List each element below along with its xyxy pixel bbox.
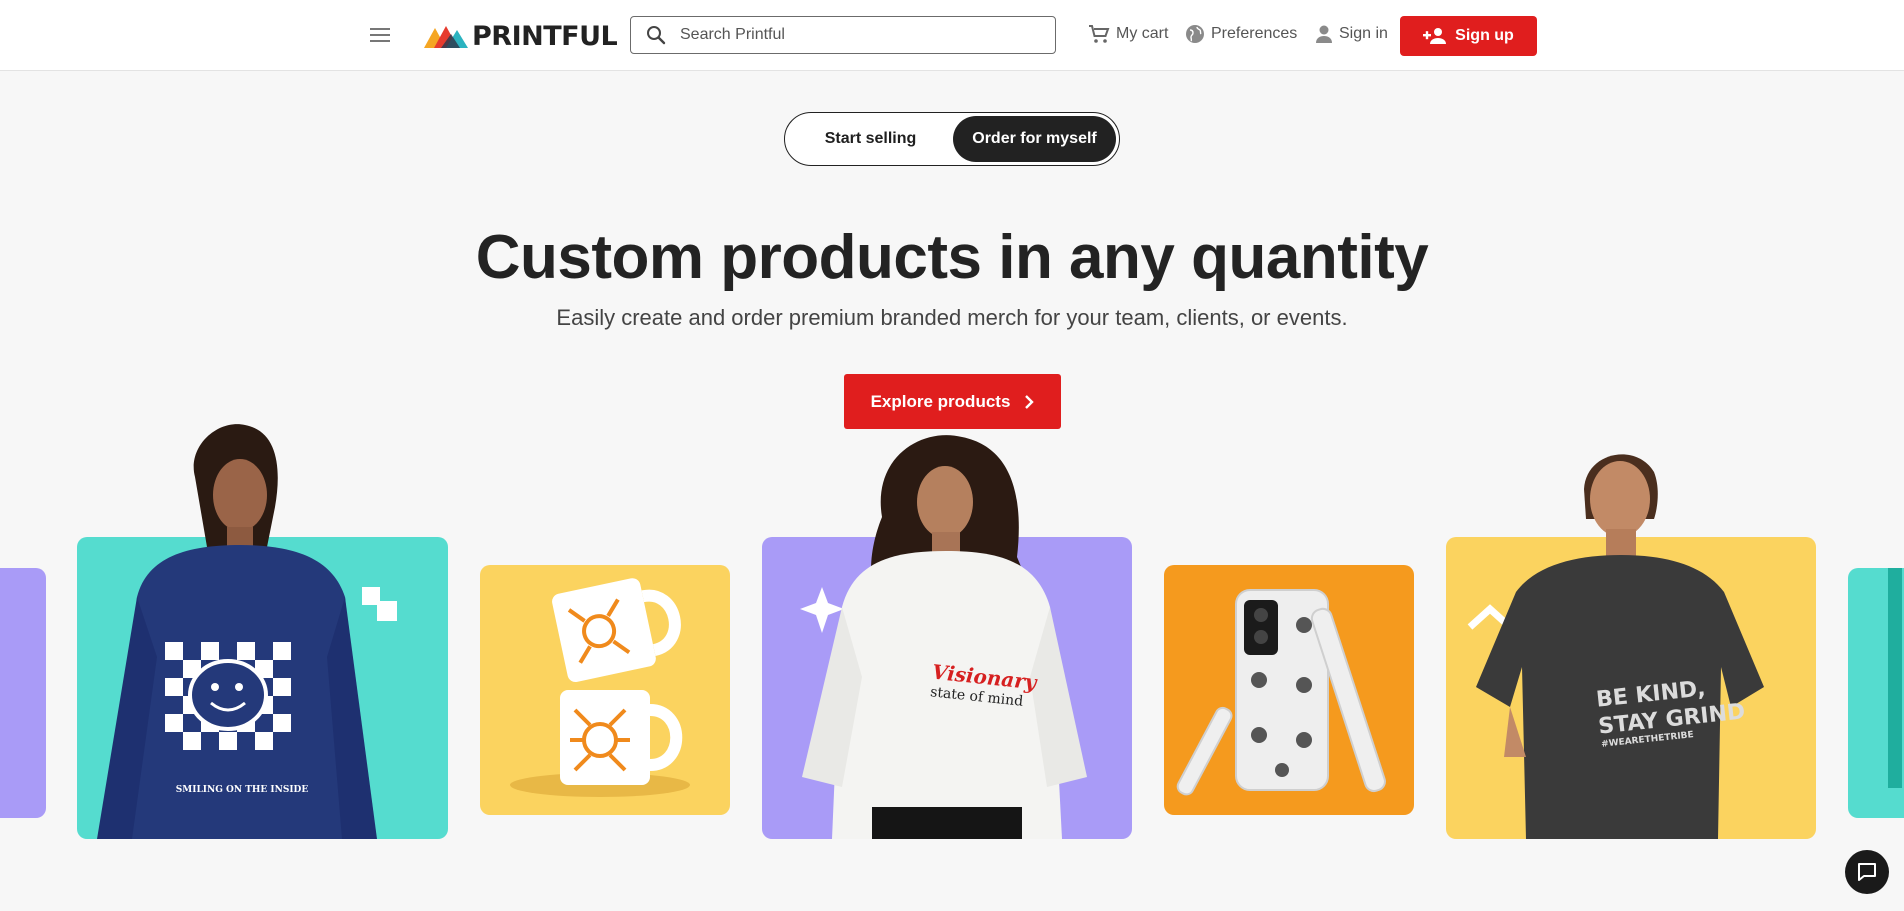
product-card-crewneck[interactable]: Visionary state of mind bbox=[762, 435, 1132, 839]
printful-logo[interactable]: PRINTFUL bbox=[424, 20, 618, 52]
audience-toggle: Start selling Order for myself bbox=[784, 112, 1120, 166]
preferences-label: Preferences bbox=[1211, 25, 1298, 42]
logo-text: PRINTFUL bbox=[472, 20, 618, 52]
order-for-myself-option[interactable]: Order for myself bbox=[953, 116, 1116, 162]
chevron-right-icon bbox=[1025, 394, 1035, 409]
top-navigation-bar: PRINTFUL My cart Preferences Sign in bbox=[0, 0, 1904, 71]
mugs-image bbox=[510, 578, 690, 797]
product-card-mugs[interactable] bbox=[480, 565, 730, 815]
phone-case-image bbox=[1176, 589, 1386, 796]
product-card-tshirt[interactable]: BE KIND, STAY GRIND #WEARETHETRIBE bbox=[1446, 454, 1816, 839]
product-card-partial-left[interactable] bbox=[0, 568, 46, 818]
add-user-icon bbox=[1423, 28, 1447, 44]
sign-up-label: Sign up bbox=[1455, 27, 1514, 44]
crewneck-model-image bbox=[800, 435, 1087, 839]
product-card-partial-right[interactable] bbox=[1848, 568, 1904, 818]
sign-in-link[interactable]: Sign in bbox=[1315, 24, 1388, 44]
search-box[interactable] bbox=[630, 16, 1056, 54]
hero-title: Custom products in any quantity bbox=[475, 223, 1429, 292]
globe-icon bbox=[1186, 25, 1204, 43]
search-input[interactable] bbox=[678, 25, 1022, 45]
search-icon bbox=[647, 26, 666, 45]
start-selling-option[interactable]: Start selling bbox=[788, 116, 953, 162]
hero-subtitle: Easily create and order premium branded … bbox=[556, 305, 1348, 330]
product-card-sweatshirt[interactable]: SMILING ON THE INSIDE bbox=[77, 424, 448, 839]
chat-button[interactable] bbox=[1845, 850, 1889, 894]
sign-up-button[interactable]: Sign up bbox=[1400, 16, 1537, 56]
hamburger-menu-icon[interactable] bbox=[367, 24, 393, 46]
partial-product-shape bbox=[1888, 568, 1902, 788]
sweatshirt-print-text: SMILING ON THE INSIDE bbox=[175, 785, 309, 795]
my-cart-label: My cart bbox=[1116, 25, 1169, 42]
user-icon bbox=[1316, 25, 1332, 43]
preferences-link[interactable]: Preferences bbox=[1185, 24, 1297, 44]
explore-products-button[interactable]: Explore products bbox=[844, 374, 1061, 429]
cart-icon bbox=[1089, 25, 1110, 43]
my-cart-link[interactable]: My cart bbox=[1088, 24, 1168, 44]
printful-logo-mark-icon bbox=[424, 26, 468, 48]
explore-products-label: Explore products bbox=[870, 391, 1011, 411]
chat-bubble-icon bbox=[1858, 863, 1876, 881]
sign-in-label: Sign in bbox=[1339, 25, 1388, 42]
product-card-phone-case[interactable] bbox=[1164, 565, 1414, 815]
sweatshirt-model-image bbox=[97, 424, 397, 839]
